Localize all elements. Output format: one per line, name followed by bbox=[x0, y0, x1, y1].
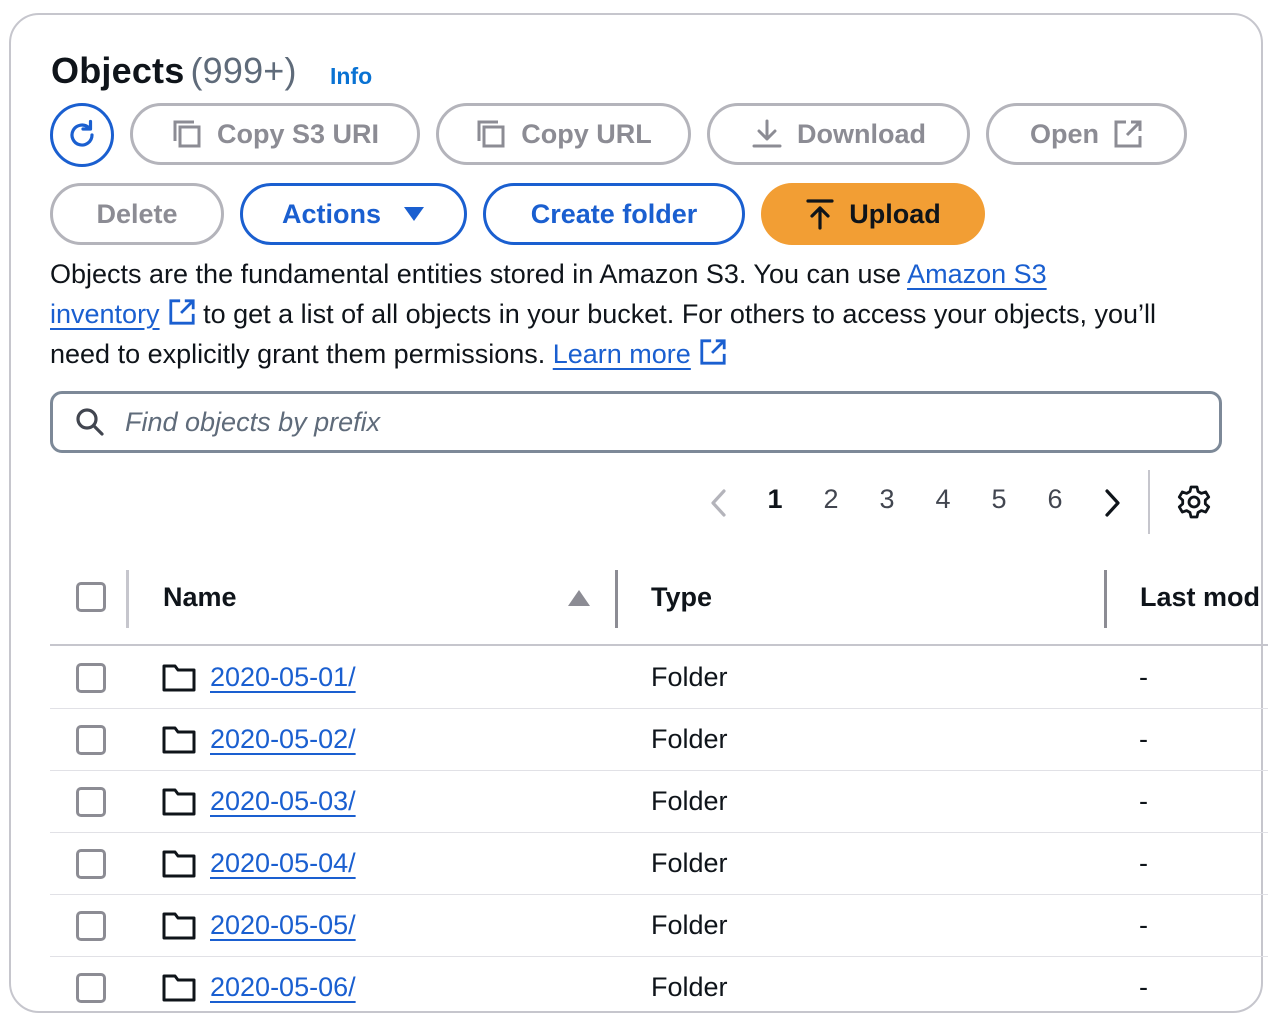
sort-ascending-icon[interactable] bbox=[567, 589, 591, 607]
actions-dropdown[interactable]: Actions bbox=[240, 183, 467, 245]
folder-icon bbox=[162, 788, 196, 816]
last-modified: - bbox=[1139, 786, 1148, 816]
folder-icon bbox=[162, 726, 196, 754]
row-checkbox[interactable] bbox=[76, 849, 106, 879]
upload-button[interactable]: Upload bbox=[761, 183, 985, 245]
next-page-icon[interactable] bbox=[1101, 488, 1123, 518]
object-type: Folder bbox=[651, 724, 728, 754]
delete-button[interactable]: Delete bbox=[50, 183, 224, 245]
folder-icon bbox=[162, 912, 196, 940]
search-box bbox=[50, 391, 1222, 453]
table-header-divider bbox=[50, 644, 1268, 646]
object-type: Folder bbox=[651, 910, 728, 940]
folder-link[interactable]: 2020-05-02/ bbox=[210, 724, 356, 755]
row-checkbox[interactable] bbox=[76, 663, 106, 693]
row-divider bbox=[50, 832, 1268, 833]
object-type: Folder bbox=[651, 662, 728, 692]
column-header-name[interactable]: Name bbox=[163, 582, 237, 613]
previous-page-icon[interactable] bbox=[708, 488, 730, 518]
column-resizer[interactable] bbox=[615, 570, 618, 628]
actions-label: Actions bbox=[281, 198, 381, 229]
page-3[interactable]: 3 bbox=[872, 484, 902, 515]
last-modified: - bbox=[1139, 848, 1148, 878]
open-label: Open bbox=[1029, 118, 1099, 149]
page-1[interactable]: 1 bbox=[760, 484, 790, 515]
folder-link[interactable]: 2020-05-05/ bbox=[210, 910, 356, 941]
info-link[interactable]: Info bbox=[330, 63, 372, 90]
object-type: Folder bbox=[651, 786, 728, 816]
row-divider bbox=[50, 770, 1268, 771]
open-button[interactable]: Open bbox=[986, 103, 1187, 165]
row-checkbox[interactable] bbox=[76, 911, 106, 941]
folder-icon bbox=[162, 850, 196, 878]
object-type: Folder bbox=[651, 972, 728, 1002]
create-folder-label: Create folder bbox=[530, 198, 698, 229]
caret-down-icon bbox=[404, 207, 424, 221]
create-folder-button[interactable]: Create folder bbox=[483, 183, 745, 245]
column-header-type[interactable]: Type bbox=[651, 582, 712, 613]
search-input[interactable] bbox=[123, 405, 1127, 439]
last-modified: - bbox=[1139, 972, 1148, 1002]
folder-link[interactable]: 2020-05-01/ bbox=[210, 662, 356, 693]
folder-icon bbox=[162, 974, 196, 1002]
copy-url-label: Copy URL bbox=[521, 118, 652, 149]
row-divider bbox=[50, 894, 1268, 895]
row-checkbox[interactable] bbox=[76, 725, 106, 755]
folder-link[interactable]: 2020-05-04/ bbox=[210, 848, 356, 879]
external-link-icon bbox=[1114, 120, 1142, 148]
pagination-divider bbox=[1148, 470, 1150, 534]
object-type: Folder bbox=[651, 848, 728, 878]
last-modified: - bbox=[1139, 724, 1148, 754]
delete-label: Delete bbox=[96, 198, 178, 229]
learn-more-link[interactable]: Learn more bbox=[553, 339, 727, 369]
refresh-button[interactable] bbox=[50, 103, 114, 167]
folder-link[interactable]: 2020-05-03/ bbox=[210, 786, 356, 817]
external-link-icon bbox=[168, 299, 195, 325]
learn-more-link-label: Learn more bbox=[552, 339, 691, 369]
settings-gear-icon[interactable] bbox=[1176, 484, 1212, 520]
page-5[interactable]: 5 bbox=[984, 484, 1014, 515]
column-header-last-modified[interactable]: Last mod bbox=[1140, 582, 1260, 613]
last-modified: - bbox=[1139, 662, 1148, 692]
download-label: Download bbox=[797, 118, 926, 149]
page-2[interactable]: 2 bbox=[816, 484, 846, 515]
row-divider bbox=[50, 956, 1268, 957]
row-checkbox[interactable] bbox=[76, 973, 106, 1003]
copy-icon bbox=[173, 120, 201, 148]
refresh-icon bbox=[70, 119, 94, 147]
objects-description: Objects are the fundamental entities sto… bbox=[50, 254, 1160, 374]
search-icon bbox=[76, 408, 104, 436]
external-link-icon bbox=[700, 339, 726, 365]
row-divider bbox=[50, 708, 1268, 709]
page-4[interactable]: 4 bbox=[928, 484, 958, 515]
description-text: Objects are the fundamental entities sto… bbox=[50, 259, 908, 289]
upload-label: Upload bbox=[849, 198, 941, 229]
column-divider bbox=[126, 570, 129, 628]
upload-icon bbox=[806, 199, 834, 230]
download-button[interactable]: Download bbox=[707, 103, 970, 165]
page-title: Objects (999+) bbox=[51, 50, 297, 92]
copy-icon bbox=[477, 120, 505, 148]
copy-s3-uri-button[interactable]: Copy S3 URI bbox=[130, 103, 420, 165]
download-icon bbox=[752, 119, 782, 148]
copy-url-button[interactable]: Copy URL bbox=[436, 103, 691, 165]
folder-link[interactable]: 2020-05-06/ bbox=[210, 972, 356, 1003]
last-modified: - bbox=[1139, 910, 1148, 940]
object-count: (999+) bbox=[190, 50, 297, 91]
column-resizer[interactable] bbox=[1104, 570, 1107, 628]
folder-icon bbox=[162, 664, 196, 692]
copy-s3-uri-label: Copy S3 URI bbox=[216, 118, 380, 149]
page-6[interactable]: 6 bbox=[1040, 484, 1070, 515]
select-all-checkbox[interactable] bbox=[76, 582, 106, 612]
row-checkbox[interactable] bbox=[76, 787, 106, 817]
title-text: Objects bbox=[51, 50, 185, 91]
